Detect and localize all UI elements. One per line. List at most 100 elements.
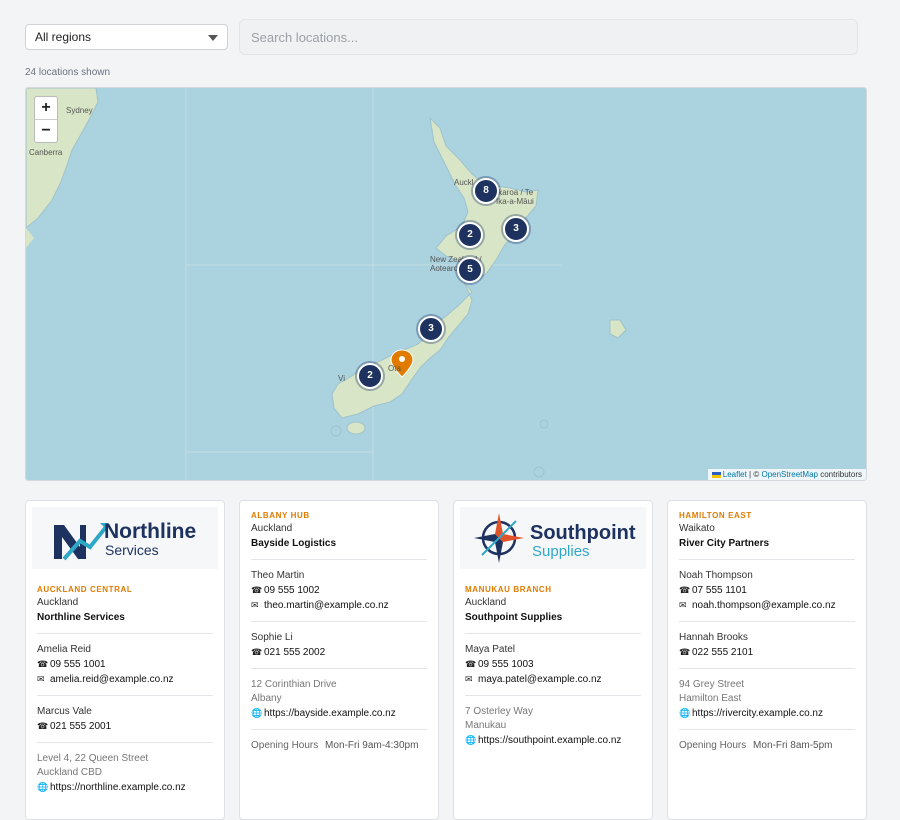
map-cluster-marker[interactable]: 5 [457,257,483,283]
location-card-bayside: ALBANY HUB Auckland Bayside Logistics Th… [239,500,439,820]
contact-email[interactable]: ✉ maya.patel@example.co.nz [465,674,641,685]
branch-label: ALBANY HUB [251,511,310,520]
map-tiles [26,88,627,480]
map-cluster-marker[interactable]: 8 [473,178,499,204]
contact-name: Theo Martin [251,570,305,581]
location-card-southpoint: Southpoint Supplies MANUKAU BRANCH Auckl… [453,500,653,820]
map-cluster-marker[interactable]: 3 [418,316,444,342]
southpoint-logo-line1: Southpoint [530,522,636,544]
opening-hours-value: Mon-Fri 9am-4:30pm [325,740,419,751]
opening-hours: Opening Hours Mon-Fri 8am-5pm [679,740,855,751]
northline-logo-icon [54,523,108,561]
address-line2: Albany [251,693,282,704]
location-card-northline: Northline Services AUCKLAND CENTRAL Auck… [25,500,225,820]
website-link[interactable]: 🌐 https://northline.example.co.nz [37,782,213,793]
mail-icon: ✉ [37,674,45,684]
map-cluster-marker[interactable]: 2 [357,363,383,389]
locations-count: 24 locations shown [25,67,111,78]
website-link[interactable]: 🌐 https://southpoint.example.co.nz [465,735,641,746]
website-link[interactable]: 🌐 https://rivercity.example.co.nz [679,708,855,719]
region-select[interactable]: All regions [25,24,228,50]
globe-icon: 🌐 [679,708,691,718]
search-input[interactable] [239,19,858,55]
phone-icon: ☎ [37,721,49,731]
map-cluster-marker[interactable]: 3 [503,216,529,242]
contact-name: Amelia Reid [37,644,91,655]
australia-coast-detail [26,228,34,248]
phone-icon: ☎ [679,585,691,595]
contact-phone[interactable]: ☎ 07 555 1101 [679,585,855,596]
address-line2: Auckland CBD [37,767,103,778]
map-label-canberra: Canberra [29,148,63,157]
address-line2: Manukau [465,720,507,731]
opening-hours-value: Mon-Fri 8am-5pm [753,740,833,751]
phone-icon: ☎ [251,585,263,595]
zoom-in-button[interactable]: + [35,97,57,119]
map-label-west: Vi [338,374,345,383]
region-label: Waikato [679,523,715,534]
address-line1: Level 4, 22 Queen Street [37,753,149,764]
map-label-sydney: Sydney [66,106,93,115]
address-line2: Hamilton East [679,693,742,704]
zoom-out-button[interactable]: − [35,119,57,142]
company-name: Bayside Logistics [251,538,337,549]
osm-link[interactable]: OpenStreetMap [761,470,817,479]
region-select-value: All regions [35,30,92,44]
opening-hours-label: Opening Hours [679,740,747,751]
chevron-down-icon [208,35,218,41]
address-line1: 94 Grey Street [679,679,745,690]
mail-icon: ✉ [465,674,473,684]
contact-email[interactable]: ✉ theo.martin@example.co.nz [251,600,427,611]
mail-icon: ✉ [251,600,259,610]
contact-phone[interactable]: ☎ 022 555 2101 [679,647,855,658]
branch-label: AUCKLAND CENTRAL [37,585,133,594]
company-name: River City Partners [679,538,770,549]
globe-icon: 🌐 [251,708,263,718]
compass-logo-icon [474,513,524,563]
map-label-otago: Ota [388,364,401,373]
address-line1: 7 Osterley Way [465,706,533,717]
contact-phone[interactable]: ☎ 09 555 1003 [465,659,641,670]
contact-phone[interactable]: ☎ 09 555 1001 [37,659,213,670]
contact-phone[interactable]: ☎ 021 555 2001 [37,721,213,732]
zoom-control: + − [34,96,58,143]
branch-label: MANUKAU BRANCH [465,585,552,594]
contact-name: Maya Patel [465,644,516,655]
website-link[interactable]: 🌐 https://bayside.example.co.nz [251,708,427,719]
map-cluster-marker[interactable]: 2 [457,222,483,248]
northline-logo-line1: Northline [104,520,197,543]
contact-name: Hannah Brooks [679,632,748,643]
phone-icon: ☎ [465,659,477,669]
contact-name: Marcus Vale [37,706,92,717]
phone-icon: ☎ [251,647,263,657]
ukraine-flag-icon [711,471,721,478]
southpoint-logo: Southpoint Supplies [460,507,646,569]
stewart-island [346,421,366,435]
company-name: Southpoint Supplies [465,612,563,623]
map-attribution: Leaflet | © OpenStreetMap contributors [707,469,866,480]
region-label: Auckland [465,597,507,608]
contact-name: Noah Thompson [679,570,753,581]
northline-logo-line2: Services [105,542,159,558]
region-label: Auckland [37,597,79,608]
map-label-auckland: Auckl [454,178,474,187]
chatham-islands [609,319,627,339]
contact-email[interactable]: ✉ amelia.reid@example.co.nz [37,674,213,685]
region-label: Auckland [251,523,293,534]
address-line1: 12 Corinthian Drive [251,679,337,690]
globe-icon: 🌐 [465,735,477,745]
map[interactable]: Sydney Canberra Auckl Ikaroa / Te Ika-a-… [25,87,867,481]
company-name: Northline Services [37,612,125,623]
southpoint-logo-line2: Supplies [532,543,590,560]
location-card-rivercity: HAMILTON EAST Waikato River City Partner… [667,500,867,820]
branch-label: HAMILTON EAST [679,511,752,520]
attribution-separator: | © [749,470,760,479]
globe-icon: 🌐 [37,782,49,792]
contact-phone[interactable]: ☎ 021 555 2002 [251,647,427,658]
contact-phone[interactable]: ☎ 09 555 1002 [251,585,427,596]
mail-icon: ✉ [679,600,687,610]
map-label-northland: Ikaroa / Te Ika-a-Māui [496,188,534,206]
contact-email[interactable]: ✉ noah.thompson@example.co.nz [679,600,855,611]
leaflet-link[interactable]: Leaflet [723,470,747,479]
contact-name: Sophie Li [251,632,293,643]
